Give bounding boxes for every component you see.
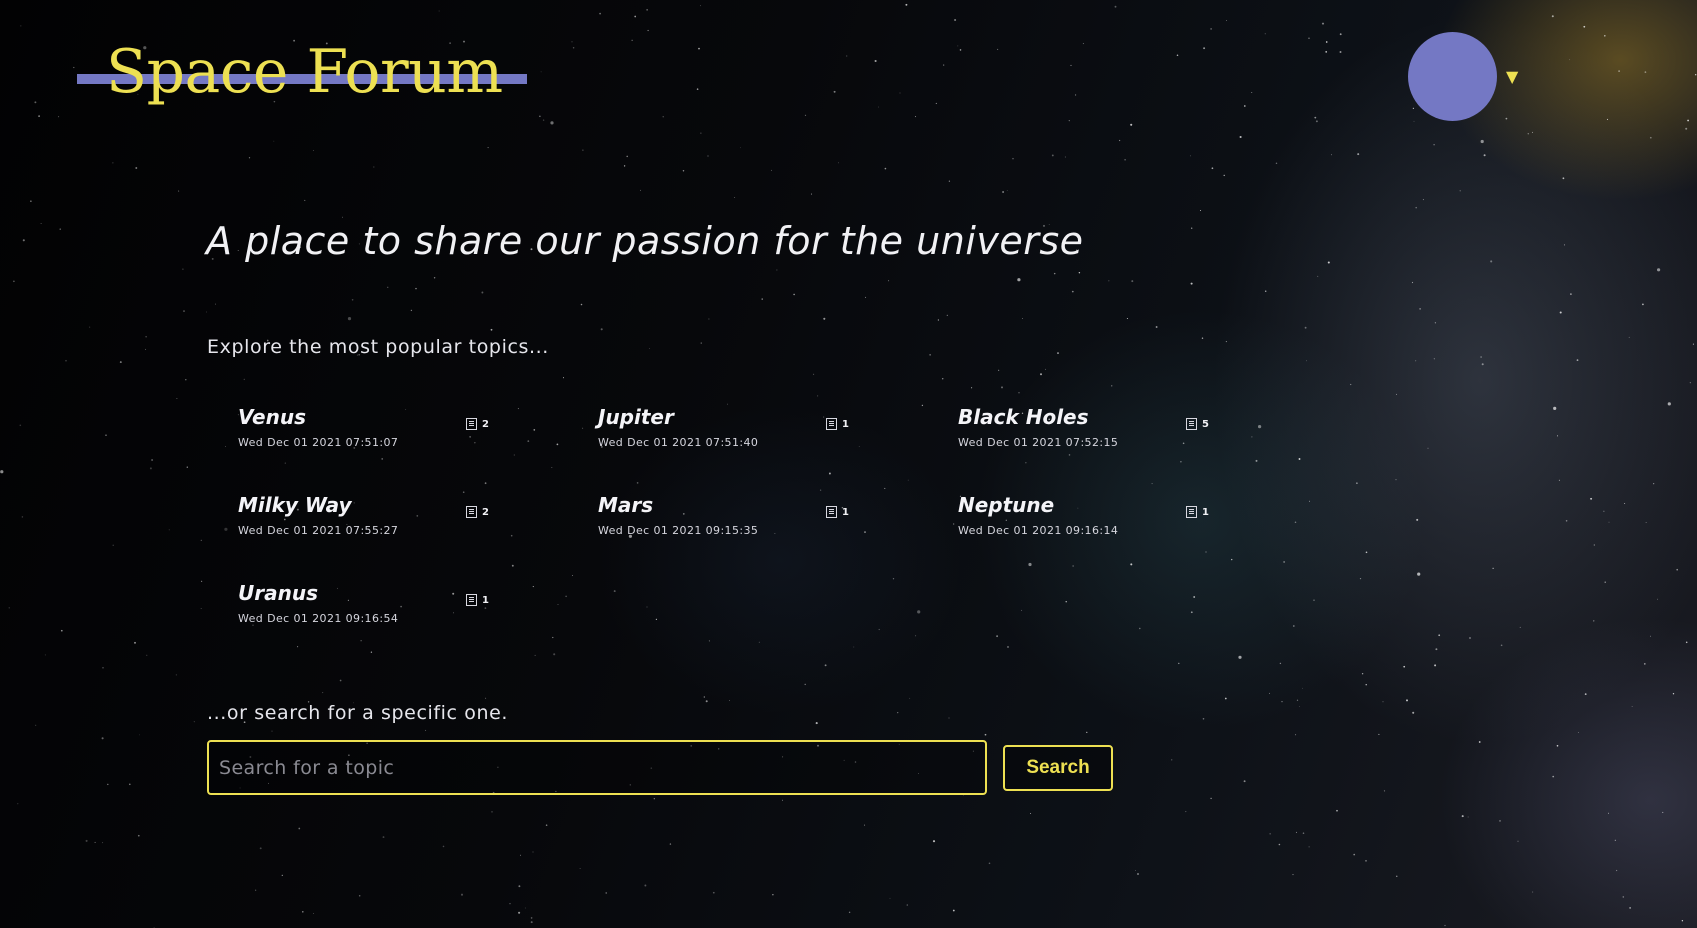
topic-post-count: 5 [1186, 412, 1209, 430]
topic-date: Wed Dec 01 2021 07:51:07 [238, 436, 399, 449]
document-icon [466, 594, 477, 606]
topic-post-count: 1 [1186, 500, 1209, 518]
search-input[interactable] [207, 740, 987, 795]
topic-date: Wed Dec 01 2021 07:55:27 [238, 524, 399, 537]
topic-name: Milky Way [238, 493, 352, 517]
page-tagline: A place to share our passion for the uni… [206, 219, 1084, 263]
topic-item[interactable]: Venus Wed Dec 01 2021 07:51:07 2 [238, 404, 508, 464]
document-icon [466, 506, 477, 518]
site-logo[interactable]: Space Forum [77, 34, 527, 114]
document-icon [466, 418, 477, 430]
post-count-value: 1 [842, 419, 849, 430]
post-count-value: 1 [1202, 507, 1209, 518]
post-count-value: 2 [482, 507, 489, 518]
site-title: Space Forum [106, 37, 503, 107]
document-icon [1186, 418, 1197, 430]
topic-post-count: 1 [826, 500, 849, 518]
topic-post-count: 1 [466, 588, 489, 606]
post-count-value: 2 [482, 419, 489, 430]
post-count-value: 5 [1202, 419, 1209, 430]
topic-item[interactable]: Jupiter Wed Dec 01 2021 07:51:40 1 [598, 404, 868, 464]
popular-topics-heading: Explore the most popular topics... [207, 336, 549, 358]
topic-name: Venus [238, 405, 306, 429]
topic-name: Uranus [238, 581, 318, 605]
topic-item[interactable]: Milky Way Wed Dec 01 2021 07:55:27 2 [238, 492, 508, 552]
search-hint: ...or search for a specific one. [207, 702, 509, 724]
topic-name: Black Holes [958, 405, 1089, 429]
topic-date: Wed Dec 01 2021 09:16:54 [238, 612, 399, 625]
post-count-value: 1 [482, 595, 489, 606]
topic-name: Neptune [958, 493, 1055, 517]
topic-date: Wed Dec 01 2021 07:51:40 [598, 436, 759, 449]
user-avatar[interactable] [1408, 32, 1497, 121]
topic-post-count: 2 [466, 500, 489, 518]
topic-date: Wed Dec 01 2021 07:52:15 [958, 436, 1119, 449]
topic-date: Wed Dec 01 2021 09:16:14 [958, 524, 1119, 537]
document-icon [826, 506, 837, 518]
document-icon [826, 418, 837, 430]
topic-post-count: 2 [466, 412, 489, 430]
document-icon [1186, 506, 1197, 518]
topic-name: Jupiter [598, 405, 674, 429]
topic-item[interactable]: Neptune Wed Dec 01 2021 09:16:14 1 [958, 492, 1228, 552]
topic-item[interactable]: Uranus Wed Dec 01 2021 09:16:54 1 [238, 580, 508, 640]
topic-item[interactable]: Mars Wed Dec 01 2021 09:15:35 1 [598, 492, 868, 552]
topic-item[interactable]: Black Holes Wed Dec 01 2021 07:52:15 5 [958, 404, 1228, 464]
topic-name: Mars [598, 493, 654, 517]
topic-date: Wed Dec 01 2021 09:15:35 [598, 524, 759, 537]
topic-post-count: 1 [826, 412, 849, 430]
search-button[interactable]: Search [1003, 745, 1113, 791]
chevron-down-icon[interactable]: ▼ [1506, 68, 1518, 86]
post-count-value: 1 [842, 507, 849, 518]
